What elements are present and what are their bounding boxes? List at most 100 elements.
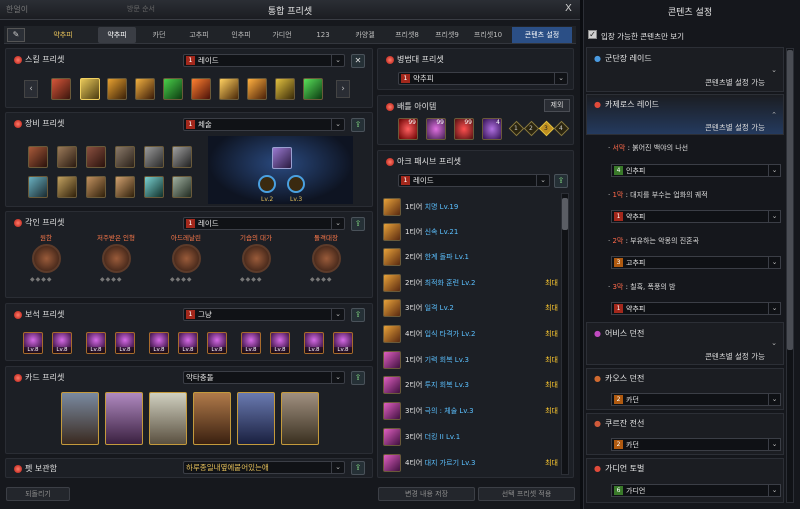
skill-slot-icon[interactable]: [219, 78, 239, 100]
skill-slot-icon[interactable]: [247, 78, 267, 100]
equip-chest-icon[interactable]: [86, 146, 106, 168]
save-changes-button[interactable]: 변경 내용 저장: [378, 487, 475, 501]
skill-slot-icon[interactable]: [191, 78, 211, 100]
ark-passive-row[interactable]: 3티어 더킹 II Lv.1: [383, 427, 558, 447]
ark-passive-row[interactable]: 3티어 극의 : 체술 Lv.3 최대: [383, 401, 558, 421]
equip-weapon-icon[interactable]: [172, 146, 192, 168]
tab-kadun[interactable]: 카던: [140, 27, 178, 43]
gem-slot-icon[interactable]: Lv.8: [333, 332, 353, 354]
bomb-icon[interactable]: 99: [426, 118, 446, 140]
ark-apply-icon[interactable]: ⇪: [554, 174, 568, 188]
skill-slot-icon[interactable]: [80, 78, 100, 100]
equip-ring-icon[interactable]: [115, 176, 135, 198]
card-slot[interactable]: [281, 392, 319, 445]
gem-slot-icon[interactable]: Lv.8: [86, 332, 106, 354]
skill-slot-icon[interactable]: [135, 78, 155, 100]
ark-passive-row[interactable]: 1티어 신속 Lv.21: [383, 222, 558, 242]
ability-stone-icon[interactable]: [272, 147, 292, 169]
engraving-slot[interactable]: 아드레날린 ◆◆◆◆: [166, 234, 206, 285]
tab-preset9[interactable]: 프리셋9: [428, 27, 466, 43]
ark-passive-row[interactable]: 1티어 기력 회복 Lv.3 최대: [383, 350, 558, 370]
close-icon[interactable]: X: [565, 3, 572, 14]
tab-preset8[interactable]: 프리셋8: [388, 27, 426, 43]
stage-preset-dropdown[interactable]: 4 인추피 ⌄: [611, 164, 781, 177]
checkbox-checked-icon[interactable]: ✓: [588, 30, 597, 39]
equip-ring-icon[interactable]: [144, 176, 164, 198]
ark-passive-row[interactable]: 2티어 최적화 훈련 Lv.2 최대: [383, 273, 558, 293]
skill-next-arrow-icon[interactable]: ›: [336, 80, 350, 98]
content-scrollbar-thumb[interactable]: [787, 50, 793, 350]
equip-earring-icon[interactable]: [57, 176, 77, 198]
engraving-slot[interactable]: 원한 ◆◆◆◆: [26, 234, 66, 285]
pet-apply-icon[interactable]: ⇪: [351, 461, 365, 475]
kurzan-preset-dropdown[interactable]: 2 카던 ⌄: [611, 438, 781, 451]
stage-preset-dropdown[interactable]: 3 고추피 ⌄: [611, 256, 781, 269]
potion-icon[interactable]: 99: [398, 118, 418, 140]
squad-preset-dropdown[interactable]: 1 약추피 ⌄: [398, 72, 568, 85]
card-preset-dropdown[interactable]: 악타충돌 ⌄: [183, 371, 345, 384]
gem-slot-icon[interactable]: Lv.8: [270, 332, 290, 354]
chevron-up-icon[interactable]: ⌃: [771, 111, 777, 119]
grenade-icon[interactable]: 99: [454, 118, 474, 140]
engraving-slot[interactable]: 돌격대장 ◆◆◆◆: [306, 234, 346, 285]
gem-slot-icon[interactable]: Lv.8: [304, 332, 324, 354]
gem-preset-dropdown[interactable]: 1 그냥 ⌄: [183, 308, 345, 321]
ark-scrollbar-thumb[interactable]: [562, 198, 568, 230]
equip-necklace-icon[interactable]: [28, 176, 48, 198]
equip-gloves-icon[interactable]: [144, 146, 164, 168]
guardian-preset-dropdown[interactable]: 6 가디언 ⌄: [611, 484, 781, 497]
pet-preset-dropdown[interactable]: 하루종일내옆에붙어있는애 ⌄: [183, 461, 345, 474]
engrave-apply-icon[interactable]: ⇪: [351, 217, 365, 231]
apply-preset-button[interactable]: 선택 프리셋 적용: [478, 487, 575, 501]
ark-passive-row[interactable]: 3티어 일격 Lv.2 최대: [383, 298, 558, 318]
edit-icon[interactable]: ✎: [7, 28, 25, 42]
ark-preset-dropdown[interactable]: 1 레이드 ⌄: [398, 174, 550, 187]
gem-apply-icon[interactable]: ⇪: [351, 308, 365, 322]
equip-apply-icon[interactable]: ⇪: [351, 118, 365, 132]
card-slot[interactable]: [193, 392, 231, 445]
tab-yakchupi[interactable]: 약추피: [98, 27, 136, 43]
card-slot[interactable]: [105, 392, 143, 445]
ark-passive-row[interactable]: 2티어 한계 돌파 Lv.1: [383, 247, 558, 267]
equip-pants-icon[interactable]: [115, 146, 135, 168]
tab-content-settings[interactable]: 콘텐츠 설정: [512, 27, 572, 43]
stage-preset-dropdown[interactable]: 1 약추피 ⌄: [611, 302, 781, 315]
legion-raid-group[interactable]: ● 군단장 레이드 ⌄ 콘텐츠별 설정 가능: [586, 47, 784, 92]
engraving-slot[interactable]: 저주받은 인형 ◆◆◆◆: [96, 234, 136, 285]
reset-button[interactable]: 되돌리기: [6, 487, 70, 501]
equip-preset-dropdown[interactable]: 1 체술 ⌄: [183, 118, 345, 131]
equip-shoulder-icon[interactable]: [57, 146, 77, 168]
card-apply-icon[interactable]: ⇪: [351, 371, 365, 385]
gem-slot-icon[interactable]: Lv.8: [23, 332, 43, 354]
card-slot[interactable]: [237, 392, 275, 445]
equip-earring-icon[interactable]: [86, 176, 106, 198]
tab-guardian[interactable]: 가디언: [263, 27, 301, 43]
skill-settings-icon[interactable]: ✕: [351, 54, 365, 68]
chevron-down-icon[interactable]: ⌄: [771, 66, 777, 74]
tab-inchupi[interactable]: 인추피: [222, 27, 260, 43]
skill-slot-icon[interactable]: [303, 78, 323, 100]
gem-slot-icon[interactable]: Lv.8: [149, 332, 169, 354]
ark-scrollbar[interactable]: [561, 193, 569, 475]
skill-slot-icon[interactable]: [163, 78, 183, 100]
gem-slot-icon[interactable]: Lv.8: [178, 332, 198, 354]
engraving-slot[interactable]: 기습의 대가 ◆◆◆◆: [236, 234, 276, 285]
gem-slot-icon[interactable]: Lv.8: [115, 332, 135, 354]
tab-preset10[interactable]: 프리셋10: [468, 27, 508, 43]
stage-preset-dropdown[interactable]: 1 약추피 ⌄: [611, 210, 781, 223]
gem-slot-icon[interactable]: Lv.8: [241, 332, 261, 354]
abyss-dungeon-group[interactable]: ● 어비스 던전 ⌄ 콘텐츠별 설정 가능: [586, 322, 784, 365]
ark-passive-row[interactable]: 2티어 투지 회복 Lv.3 최대: [383, 375, 558, 395]
equip-bracelet-icon[interactable]: [172, 176, 192, 198]
ark-passive-row[interactable]: 4티어 대지 가르기 Lv.3 최대: [383, 453, 558, 473]
gem-slot-icon[interactable]: Lv.8: [207, 332, 227, 354]
chaos-preset-dropdown[interactable]: 2 카던 ⌄: [611, 393, 781, 406]
tab-123[interactable]: 123: [304, 27, 342, 43]
tab-gochupi[interactable]: 고추피: [180, 27, 218, 43]
exclude-button[interactable]: 제외: [544, 99, 570, 112]
orb-icon[interactable]: 4: [482, 118, 502, 140]
ark-passive-row[interactable]: 4티어 입식 타격가 Lv.2 최대: [383, 324, 558, 344]
engrave-preset-dropdown[interactable]: 1 레이드 ⌄: [183, 217, 345, 230]
equip-helmet-icon[interactable]: [28, 146, 48, 168]
gem-slot-icon[interactable]: Lv.8: [52, 332, 72, 354]
